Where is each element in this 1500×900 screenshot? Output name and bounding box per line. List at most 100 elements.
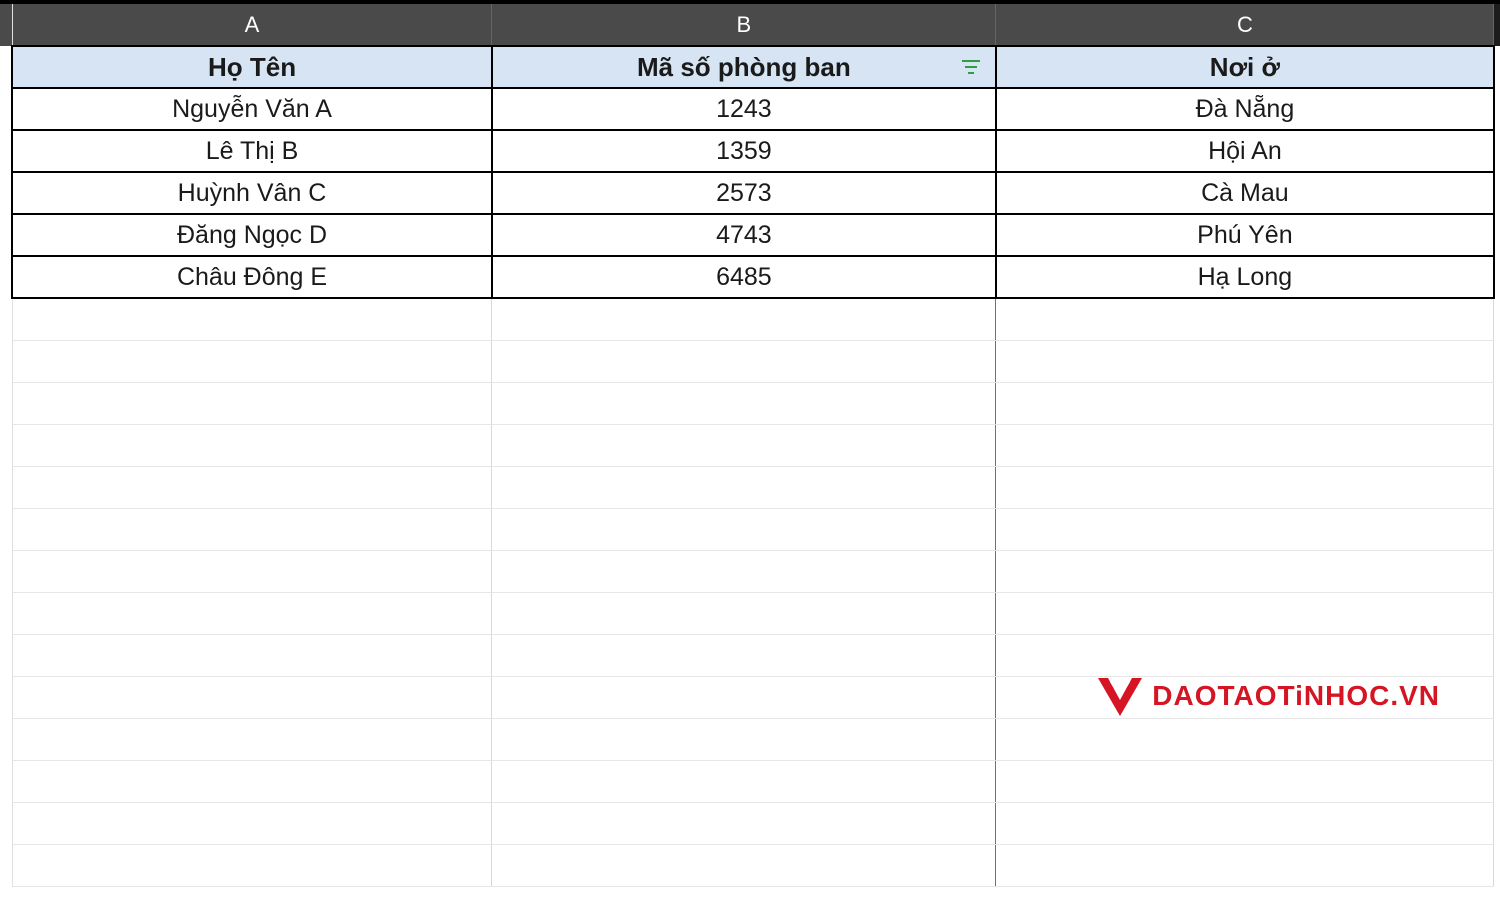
table-row-empty[interactable] [0,340,1500,382]
row-number-gutter[interactable] [0,718,12,760]
cell-empty[interactable] [492,676,996,718]
cell-empty[interactable] [996,424,1494,466]
row-number-gutter[interactable] [0,844,12,886]
table-row[interactable]: Huỳnh Vân C 2573 Cà Mau [0,172,1500,214]
table-row-empty[interactable] [0,508,1500,550]
cell-empty[interactable] [492,592,996,634]
row-number-gutter[interactable] [0,382,12,424]
cell-empty[interactable] [12,466,492,508]
table-row-empty[interactable] [0,298,1500,340]
cell-empty[interactable] [12,802,492,844]
table-header-row[interactable]: Họ Tên Mã số phòng ban Nơi ở [0,46,1500,88]
cell[interactable]: 4743 [492,214,996,256]
cell-empty[interactable] [996,298,1494,340]
row-number-gutter[interactable] [0,802,12,844]
column-header-C[interactable]: C [996,4,1494,46]
cell-empty[interactable] [492,382,996,424]
row-number-gutter[interactable] [0,466,12,508]
table-row-empty[interactable] [0,718,1500,760]
row-number-gutter[interactable] [0,130,12,172]
table-row[interactable]: Châu Đông E 6485 Hạ Long [0,256,1500,298]
table-row[interactable]: Đăng Ngọc D 4743 Phú Yên [0,214,1500,256]
cell-empty[interactable] [492,718,996,760]
cell-empty[interactable] [12,508,492,550]
column-header-B[interactable]: B [492,4,996,46]
row-number-gutter[interactable] [0,676,12,718]
cell[interactable]: Huỳnh Vân C [12,172,492,214]
cell-empty[interactable] [996,340,1494,382]
cell[interactable]: Cà Mau [996,172,1494,214]
cell[interactable]: Hạ Long [996,256,1494,298]
cell-empty[interactable] [492,844,996,886]
row-number-gutter[interactable] [0,46,12,88]
table-row-empty[interactable] [0,466,1500,508]
cell-empty[interactable] [996,466,1494,508]
cell[interactable]: Châu Đông E [12,256,492,298]
cell-empty[interactable] [12,760,492,802]
cell-empty[interactable] [12,340,492,382]
table-row[interactable]: Nguyễn Văn A 1243 Đà Nẵng [0,88,1500,130]
cell-empty[interactable] [12,676,492,718]
cell-empty[interactable] [996,676,1494,718]
table-row-empty[interactable] [0,676,1500,718]
cell-empty[interactable] [492,298,996,340]
cell-empty[interactable] [996,382,1494,424]
table-row-empty[interactable] [0,592,1500,634]
column-header-row[interactable]: A B C [0,4,1500,46]
cell[interactable]: Hội An [996,130,1494,172]
cell-empty[interactable] [996,634,1494,676]
cell-empty[interactable] [492,634,996,676]
cell[interactable]: Nguyễn Văn A [12,88,492,130]
cell[interactable]: 1243 [492,88,996,130]
spreadsheet-grid[interactable]: A B C Họ Tên Mã số phòng ban Nơi ở Nguyễ… [0,4,1500,887]
table-row-empty[interactable] [0,550,1500,592]
cell[interactable]: Phú Yên [996,214,1494,256]
cell-empty[interactable] [492,340,996,382]
cell-empty[interactable] [492,466,996,508]
row-number-gutter[interactable] [0,340,12,382]
select-all-corner[interactable] [0,4,12,46]
table-row[interactable]: Lê Thị B 1359 Hội An [0,130,1500,172]
row-number-gutter[interactable] [0,550,12,592]
cell-empty[interactable] [492,802,996,844]
cell-empty[interactable] [996,760,1494,802]
cell[interactable]: 2573 [492,172,996,214]
table-row-empty[interactable] [0,634,1500,676]
row-number-gutter[interactable] [0,424,12,466]
cell-empty[interactable] [996,844,1494,886]
header-cell-ma-so-phong-ban[interactable]: Mã số phòng ban [492,46,996,88]
row-number-gutter[interactable] [0,508,12,550]
row-number-gutter[interactable] [0,634,12,676]
cell-empty[interactable] [12,634,492,676]
cell-empty[interactable] [492,424,996,466]
cell-empty[interactable] [996,592,1494,634]
cell-empty[interactable] [12,718,492,760]
column-header-A[interactable]: A [12,4,492,46]
table-row-empty[interactable] [0,382,1500,424]
cell-empty[interactable] [996,718,1494,760]
cell-empty[interactable] [492,760,996,802]
cell[interactable]: 1359 [492,130,996,172]
row-number-gutter[interactable] [0,592,12,634]
header-cell-ho-ten[interactable]: Họ Tên [12,46,492,88]
table-row-empty[interactable] [0,802,1500,844]
cell-empty[interactable] [996,508,1494,550]
table-row-empty[interactable] [0,424,1500,466]
cell-empty[interactable] [12,550,492,592]
cell-empty[interactable] [12,592,492,634]
cell[interactable]: 6485 [492,256,996,298]
row-number-gutter[interactable] [0,256,12,298]
cell[interactable]: Đăng Ngọc D [12,214,492,256]
row-number-gutter[interactable] [0,172,12,214]
row-number-gutter[interactable] [0,214,12,256]
cell-empty[interactable] [12,298,492,340]
header-cell-noi-o[interactable]: Nơi ở [996,46,1494,88]
row-number-gutter[interactable] [0,298,12,340]
cell-empty[interactable] [492,508,996,550]
cell-empty[interactable] [12,424,492,466]
cell-empty[interactable] [12,844,492,886]
cell-empty[interactable] [12,382,492,424]
table-row-empty[interactable] [0,844,1500,886]
cell-empty[interactable] [492,550,996,592]
cell[interactable]: Lê Thị B [12,130,492,172]
